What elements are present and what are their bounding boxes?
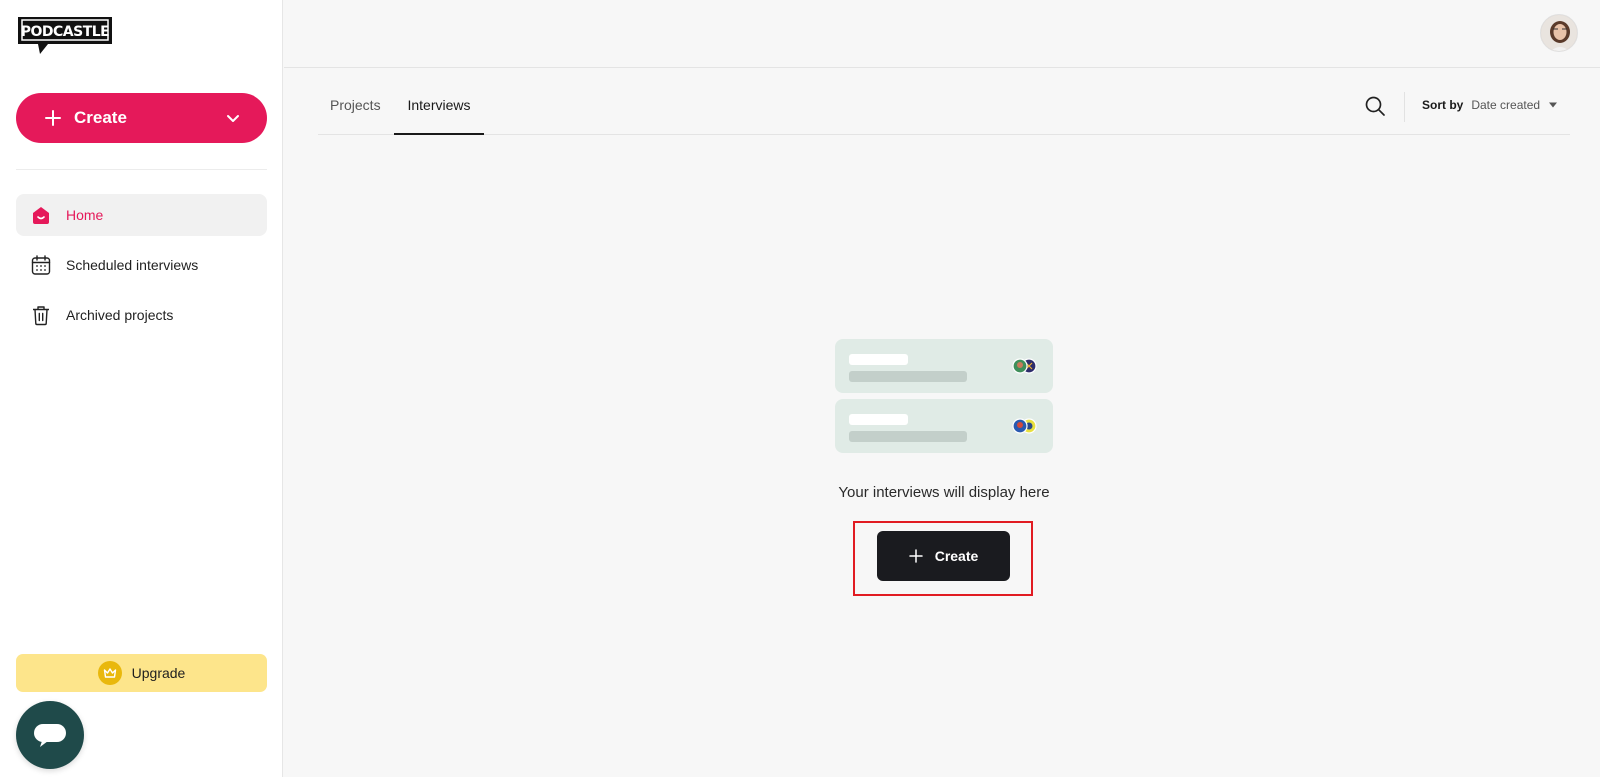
tab-label: Interviews bbox=[407, 97, 471, 113]
empty-state-illustration bbox=[835, 339, 1053, 459]
sidebar-item-scheduled-interviews[interactable]: Scheduled interviews bbox=[16, 244, 267, 286]
search-icon bbox=[1365, 96, 1385, 116]
placeholder-interview-card bbox=[835, 339, 1053, 393]
podcastle-logo[interactable]: PODCASTLE bbox=[16, 14, 114, 62]
sidebar: PODCASTLE Create Home Scheduled intervie… bbox=[0, 0, 283, 777]
search-button[interactable] bbox=[1364, 95, 1386, 117]
sidebar-item-label: Home bbox=[66, 207, 104, 223]
sidebar-item-label: Scheduled interviews bbox=[66, 257, 199, 273]
empty-state-message: Your interviews will display here bbox=[838, 484, 1050, 501]
toolbar-separator bbox=[1404, 92, 1405, 122]
sidebar-item-archived-projects[interactable]: Archived projects bbox=[16, 294, 267, 336]
sidebar-item-home[interactable]: Home bbox=[16, 194, 267, 236]
logo-text: PODCASTLE bbox=[21, 24, 110, 40]
placeholder-line bbox=[849, 414, 908, 425]
create-interview-label: Create bbox=[934, 548, 979, 564]
user-avatar[interactable] bbox=[1540, 14, 1578, 52]
tab-label: Projects bbox=[330, 97, 381, 113]
plus-icon bbox=[45, 110, 61, 126]
avatar-image bbox=[1541, 15, 1577, 51]
crown-icon bbox=[97, 661, 122, 685]
tab-interviews[interactable]: Interviews bbox=[394, 88, 484, 135]
content-tabs: Projects Interviews Sort by Date created bbox=[318, 88, 1570, 135]
placeholder-interview-card bbox=[835, 399, 1053, 453]
sort-label: Sort by bbox=[1422, 98, 1464, 112]
upgrade-button[interactable]: Upgrade bbox=[16, 654, 267, 692]
create-interview-button[interactable]: Create bbox=[877, 531, 1010, 581]
sort-dropdown[interactable]: Sort by Date created bbox=[1422, 98, 1558, 112]
sidebar-divider bbox=[16, 169, 267, 170]
participants-avatars-icon bbox=[1012, 418, 1037, 434]
chat-support-button[interactable] bbox=[16, 701, 84, 769]
tab-projects[interactable]: Projects bbox=[330, 88, 381, 135]
create-button-label: Create bbox=[74, 108, 127, 127]
chevron-down-icon[interactable] bbox=[225, 110, 241, 126]
caret-down-icon bbox=[1549, 102, 1558, 108]
trash-icon bbox=[30, 304, 52, 326]
home-icon bbox=[30, 204, 52, 226]
podcastle-logo-mark: PODCASTLE bbox=[18, 17, 112, 54]
calendar-icon bbox=[30, 254, 52, 276]
top-bar bbox=[284, 0, 1600, 68]
plus-icon bbox=[908, 549, 923, 563]
sidebar-nav: Home Scheduled interviews Archived proje… bbox=[16, 194, 267, 344]
app-root: PODCASTLE Create Home Scheduled intervie… bbox=[0, 0, 1600, 777]
participants-avatars-icon bbox=[1012, 358, 1037, 374]
placeholder-line bbox=[849, 431, 967, 442]
placeholder-line bbox=[849, 371, 967, 382]
sort-value: Date created bbox=[1471, 98, 1541, 112]
placeholder-line bbox=[849, 354, 908, 365]
chat-icon bbox=[34, 724, 66, 747]
sidebar-item-label: Archived projects bbox=[66, 307, 174, 323]
create-dropdown-button[interactable]: Create bbox=[16, 93, 267, 143]
upgrade-label: Upgrade bbox=[131, 665, 186, 681]
